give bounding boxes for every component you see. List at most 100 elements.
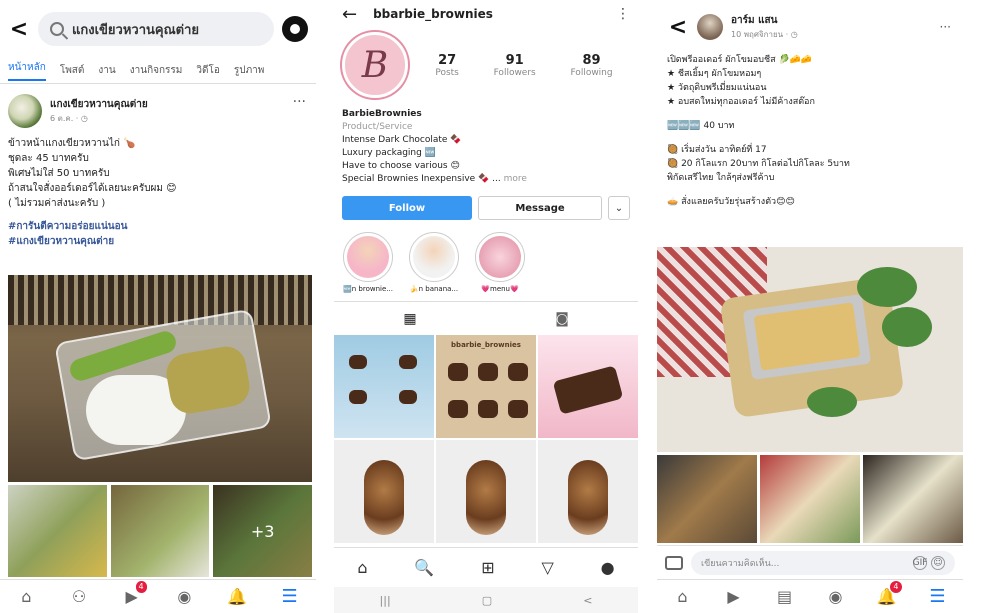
post-thumbnail[interactable]	[334, 335, 434, 439]
bell-icon[interactable]: 🔔 4	[874, 581, 902, 606]
stat-posts[interactable]: 27 Posts	[435, 53, 459, 78]
emoji-icon[interactable]: ☺	[931, 555, 945, 570]
tab-home[interactable]: หน้าหลัก	[8, 60, 46, 81]
post-author[interactable]: อาร์ม แสน	[731, 13, 798, 28]
home-icon[interactable]: ⌂	[13, 587, 39, 606]
follow-button[interactable]: Follow	[342, 196, 472, 221]
back-icon[interactable]: <	[667, 15, 689, 40]
post-thumbnail[interactable]	[538, 440, 638, 544]
photo-thumbnail[interactable]	[657, 455, 757, 543]
photo-thumbnail[interactable]	[863, 455, 963, 543]
more-options-icon[interactable]: ⋮	[616, 6, 630, 22]
comment-input[interactable]: เขียนความคิดเห็น... GIF ☺	[691, 550, 955, 575]
watch-icon[interactable]: ▶ 4	[119, 581, 147, 606]
profile-tabs: ▦ ◙	[334, 301, 638, 335]
more-photos-count: +3	[213, 485, 313, 577]
post-line: เปิดพรีออเดอร์ ผักโขมอบชีส 🥬🧀🧀	[667, 55, 813, 65]
post-header: แกงเขียวหวานคุณต่าย 6 ต.ค. · ◷ ···	[0, 84, 316, 132]
bottom-nav: ⌂ ⚇ ▶ 4 ◉ 🔔 ☰	[0, 579, 316, 613]
grid-post-title: bbarbie_brownies	[451, 341, 521, 350]
friends-icon[interactable]: ⚇	[66, 587, 92, 606]
system-nav-bar: ||| ▢ <	[334, 587, 638, 613]
search-input[interactable]: แกงเขียวหวานคุณต่าย	[38, 12, 274, 46]
profile-icon[interactable]: ◉	[171, 587, 197, 606]
chevron-down-icon[interactable]: ⌄	[608, 196, 630, 221]
story-highlights: 🆕n brownie... 🍌n banana... 💗menu💗	[334, 224, 638, 301]
send-icon[interactable]: ▽	[541, 558, 553, 577]
stat-number: 91	[505, 52, 524, 68]
post-line: 🥧 สั่งแลยครับวัยรุ่นสร้างตัว😊😊	[667, 196, 795, 207]
bell-icon[interactable]: 🔔	[224, 587, 250, 606]
post-hashtags: #การันตีความอร่อยแน่นอน #แกงเขียวหวานคุณ…	[0, 215, 316, 253]
gear-icon[interactable]	[282, 16, 308, 42]
menu-icon[interactable]: ☰	[925, 586, 951, 607]
bio-line: Have to choose various 😊	[342, 161, 460, 172]
photo-thumbnail[interactable]	[110, 485, 210, 577]
highlight-item[interactable]: 💗menu💗	[472, 232, 528, 293]
bio-line: Intense Dark Chocolate 🍫	[342, 135, 462, 146]
menu-photo	[399, 390, 417, 405]
hashtag-link[interactable]: #การันตีความอร่อยแน่นอน	[8, 219, 308, 234]
post-main-photo[interactable]	[657, 247, 963, 452]
search-icon[interactable]: 🔍	[414, 558, 434, 577]
photo-thumbnail[interactable]	[760, 455, 860, 543]
hashtag-link[interactable]: #แกงเขียวหวานคุณต่าย	[8, 234, 308, 249]
highlight-item[interactable]: 🆕n brownie...	[340, 232, 396, 293]
bio-name: BarbieBrownies	[342, 109, 422, 119]
tagged-icon[interactable]: ◙	[486, 311, 638, 327]
post-thumbnail[interactable]	[334, 440, 434, 544]
profile-icon[interactable]: ●	[601, 558, 615, 577]
menu-icon[interactable]: ☰	[277, 586, 303, 607]
back-icon[interactable]: <	[583, 594, 592, 607]
highlight-item[interactable]: 🍌n banana...	[406, 232, 462, 293]
post-line: ถ้าสนใจสั่งออร์เดอร์ได้เลยนะครับผม 😊	[8, 183, 177, 194]
photo-thumbnail[interactable]: +3	[213, 485, 313, 577]
avatar[interactable]	[697, 14, 723, 40]
gif-icon[interactable]: GIF	[913, 555, 927, 570]
stat-following[interactable]: 89 Following	[570, 53, 612, 78]
post-main-photo[interactable]	[8, 275, 312, 482]
tab-jobs[interactable]: งาน	[98, 63, 115, 78]
marketplace-icon[interactable]: ▤	[772, 587, 798, 606]
stat-number: 89	[582, 52, 601, 68]
grid-icon[interactable]: ▦	[334, 311, 486, 327]
recent-apps-icon[interactable]: |||	[380, 594, 391, 607]
tab-videos[interactable]: วิดีโอ	[196, 63, 220, 78]
more-options-icon[interactable]: ···	[940, 20, 951, 34]
stat-label: Followers	[493, 67, 536, 78]
brownie-photo	[508, 363, 528, 382]
post-thumbnail[interactable]: bbarbie_brownies	[436, 335, 536, 439]
camera-icon[interactable]	[665, 555, 683, 570]
home-icon[interactable]: ⌂	[670, 587, 696, 606]
photo-thumbnail[interactable]	[8, 485, 107, 577]
back-icon[interactable]: <	[8, 17, 30, 42]
highlight-label: 💗menu💗	[481, 285, 519, 294]
message-button[interactable]: Message	[478, 196, 602, 221]
bio-last-line: Special Brownies Inexpensive 🍫 ...	[342, 174, 501, 185]
tab-posts[interactable]: โพสต์	[60, 63, 85, 78]
post-header: < อาร์ม แสน 10 พฤศจิกายน · ◷ ···	[657, 0, 963, 54]
instagram-profile-screen: ← bbarbie_brownies ⋮ B 27 Posts 91 Follo…	[334, 0, 638, 613]
fb-top-bar: < แกงเขียวหวานคุณต่าย	[0, 0, 316, 58]
more-options-icon[interactable]: ···	[293, 94, 306, 110]
avatar[interactable]	[8, 94, 42, 128]
stat-followers[interactable]: 91 Followers	[494, 53, 536, 78]
home-button-icon[interactable]: ▢	[482, 594, 492, 607]
stat-label: Following	[570, 67, 613, 78]
posts-grid: bbarbie_brownies	[334, 335, 638, 544]
brownie-photo	[508, 400, 528, 419]
post-thumbnail[interactable]	[538, 335, 638, 439]
back-arrow-icon[interactable]: ←	[342, 4, 357, 25]
add-post-icon[interactable]: ⊞	[481, 558, 494, 577]
post-author[interactable]: แกงเขียวหวานคุณต่าย	[50, 97, 148, 112]
facebook-post-screen: < อาร์ม แสน 10 พฤศจิกายน · ◷ ··· เปิดพรี…	[657, 0, 963, 613]
home-icon[interactable]: ⌂	[357, 558, 367, 577]
profile-avatar[interactable]: B	[342, 32, 408, 98]
watch-icon[interactable]: ▶	[721, 587, 747, 606]
bio-more-link[interactable]: more	[504, 174, 527, 184]
groups-icon[interactable]: ◉	[823, 587, 849, 606]
post-thumbnail[interactable]	[436, 440, 536, 544]
brownie-photo	[568, 460, 608, 536]
tab-events[interactable]: งานกิจกรรม	[130, 63, 183, 78]
tab-photos[interactable]: รูปภาพ	[234, 63, 265, 78]
